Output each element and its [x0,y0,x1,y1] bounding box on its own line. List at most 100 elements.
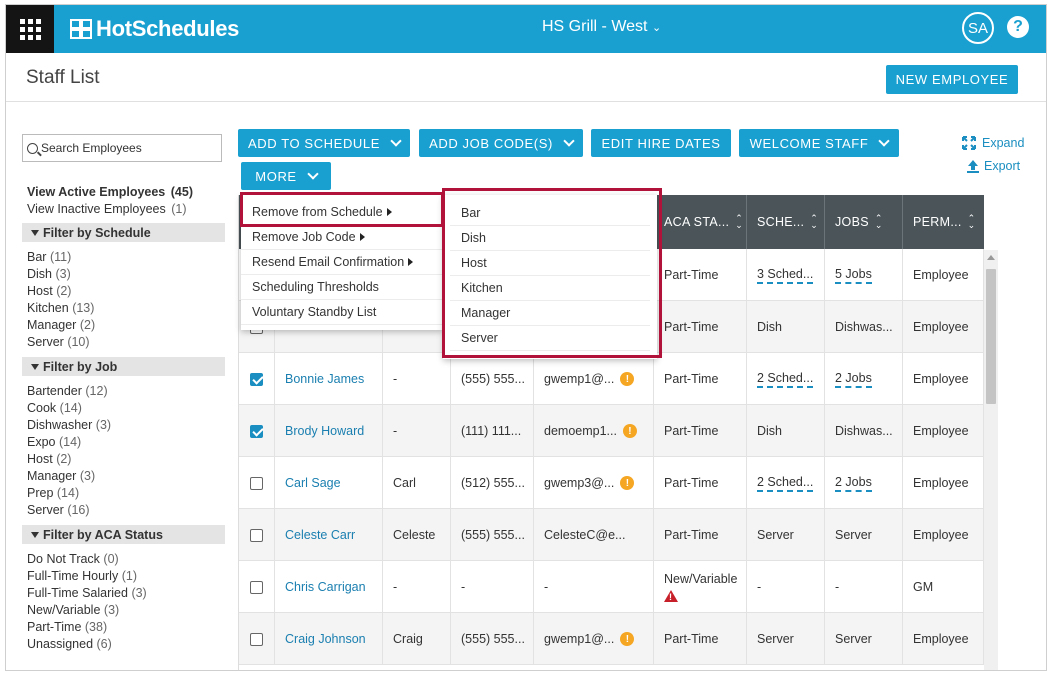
more-button[interactable]: MORE [241,162,331,190]
more-menu-item[interactable]: Remove from Schedule [241,200,443,225]
filter-item[interactable]: Host (2) [27,284,71,298]
filter-by-aca-heading[interactable]: Filter by ACA Status [22,525,225,544]
add-job-codes-button[interactable]: ADD JOB CODE(S) [419,129,583,157]
view-active-employees-link[interactable]: View Active Employees (45) [27,185,193,199]
brand-logo: HotSchedules [70,15,239,43]
more-menu-item[interactable]: Voluntary Standby List [241,300,443,325]
cell-name[interactable]: Carl Sage [275,457,383,509]
submenu-item[interactable]: Server [450,326,650,351]
table-row[interactable]: Brody Howard - (111) 111... demoemp1...! Par… [239,405,984,457]
table-row[interactable]: Celeste Carr Celeste (555) 555... CelesteC@… [239,509,984,561]
row-checkbox[interactable] [250,632,263,646]
filter-item[interactable]: Cook (14) [27,401,82,415]
nick-value: Celeste [393,528,436,542]
filter-item[interactable]: Server (10) [27,335,90,349]
filter-item[interactable]: Do Not Track (0) [27,552,119,566]
filter-item-count: (16) [67,503,90,517]
location-selector[interactable]: HS Grill - West ⌄ [542,18,661,36]
filter-item[interactable]: Dish (3) [27,267,71,281]
filter-item[interactable]: Host (2) [27,452,71,466]
cell-name[interactable]: Chris Carrigan [275,561,383,613]
header-aca-status[interactable]: ACA STA... ⌃ ⌄ [654,195,747,249]
cell-chk [239,561,275,613]
filter-by-schedule-heading[interactable]: Filter by Schedule [22,223,225,242]
filter-item[interactable]: Bar (11) [27,250,71,264]
schedule-value[interactable]: 2 Sched... [757,475,814,492]
name-value: Bonnie James [285,372,365,386]
cell-name[interactable]: Craig Johnson [275,613,383,665]
help-icon[interactable]: ? [1007,16,1029,38]
add-to-schedule-button[interactable]: ADD TO SCHEDULE [238,129,410,157]
table-row[interactable]: Chris Carrigan - - - New/Variable! - - GM [239,561,984,613]
cell-name[interactable]: Bonnie James [275,353,383,405]
header-jobs[interactable]: JOBS ⌃ ⌄ [825,195,903,249]
sort-icon: ⌃ ⌄ [735,213,744,230]
alert-icon[interactable]: ! [622,424,637,438]
filter-heading-label: Filter by Schedule [43,225,151,240]
filter-item[interactable]: Expo (14) [27,435,81,449]
filter-item[interactable]: Kitchen (13) [27,301,94,315]
app-grid-button[interactable] [6,5,54,53]
search-input[interactable] [41,141,211,155]
alert-icon[interactable]: ! [620,476,635,490]
filter-by-job-heading[interactable]: Filter by Job [22,357,225,376]
job-value[interactable]: 2 Jobs [835,475,872,492]
more-menu-item[interactable]: Scheduling Thresholds [241,275,443,300]
alert-icon[interactable]: ! [620,372,635,386]
filter-item[interactable]: Full-Time Hourly (1) [27,569,137,583]
submenu-item[interactable]: Manager [450,301,650,326]
job-value[interactable]: 2 Jobs [835,371,872,388]
filter-item[interactable]: Bartender (12) [27,384,108,398]
row-checkbox[interactable] [250,476,263,490]
cell-nick: Craig [383,613,451,665]
welcome-staff-button[interactable]: WELCOME STAFF [739,129,899,157]
filter-item[interactable]: Manager (2) [27,318,95,332]
submenu-item[interactable]: Dish [450,226,650,251]
filter-item[interactable]: Manager (3) [27,469,95,483]
cell-chk [239,509,275,561]
header-permission[interactable]: PERM... ⌃ ⌄ [903,195,984,249]
search-employees-field[interactable] [22,134,222,162]
alert-icon[interactable]: ! [620,632,635,646]
welcome-staff-label: WELCOME STAFF [749,135,869,151]
filter-item-label: Host [27,284,53,298]
table-row[interactable]: Craig Johnson Craig (555) 555... gwemp1@...… [239,613,984,665]
export-link[interactable]: Export [967,159,1020,173]
more-menu-item[interactable]: Remove Job Code [241,225,443,250]
edit-hire-dates-button[interactable]: EDIT HIRE DATES [591,129,731,157]
more-menu-item[interactable]: Resend Email Confirmation [241,250,443,275]
submenu-item[interactable]: Bar [450,201,650,226]
new-employee-button[interactable]: NEW EMPLOYEE [886,65,1018,94]
scroll-thumb[interactable] [986,269,996,404]
expand-link[interactable]: Expand [962,136,1024,150]
view-inactive-employees-link[interactable]: View Inactive Employees (1) [27,202,187,216]
scroll-up-arrow-icon[interactable] [987,255,995,260]
header-schedules[interactable]: SCHE... ⌃ ⌄ [747,195,825,249]
filter-item[interactable]: Dishwasher (3) [27,418,111,432]
row-checkbox[interactable] [250,424,263,438]
filter-item[interactable]: Part-Time (38) [27,620,107,634]
submenu-item[interactable]: Host [450,251,650,276]
schedule-value[interactable]: 3 Sched... [757,267,814,284]
schedule-value[interactable]: 2 Sched... [757,371,814,388]
submenu-item[interactable]: Kitchen [450,276,650,301]
filter-item[interactable]: Prep (14) [27,486,79,500]
table-row[interactable]: Carl Sage Carl (512) 555... gwemp3@...! Part… [239,457,984,509]
cell-perm: Employee [903,613,984,665]
row-checkbox[interactable] [250,580,263,594]
filter-item[interactable]: New/Variable (3) [27,603,119,617]
job-value[interactable]: 5 Jobs [835,267,872,284]
row-checkbox[interactable] [250,528,263,542]
menu-item-label: Remove from Schedule [252,205,383,219]
row-checkbox[interactable] [250,372,263,386]
filter-item[interactable]: Server (16) [27,503,90,517]
submenu-item-label: Dish [461,231,487,245]
filter-item[interactable]: Full-Time Salaried (3) [27,586,147,600]
cell-name[interactable]: Celeste Carr [275,509,383,561]
user-avatar[interactable]: SA [962,12,994,44]
table-row[interactable]: Bonnie James - (555) 555... gwemp1@...! Part… [239,353,984,405]
filter-item[interactable]: Unassigned (6) [27,637,112,651]
aca-value: Part-Time [664,268,719,282]
cell-name[interactable]: Brody Howard [275,405,383,457]
cell-perm: Employee [903,249,984,301]
